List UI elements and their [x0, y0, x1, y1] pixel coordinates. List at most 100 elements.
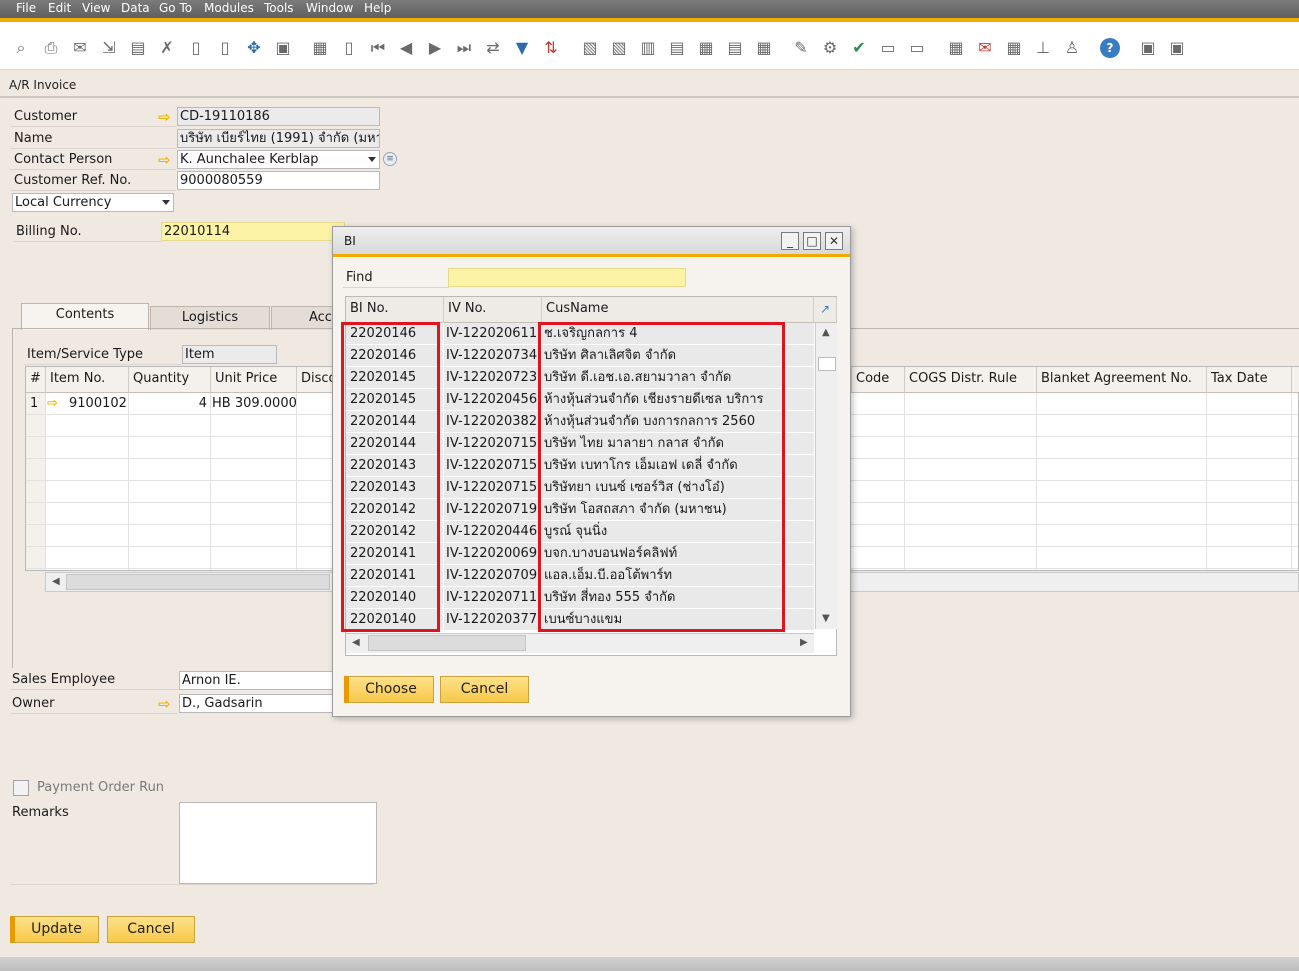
- scroll-up-icon[interactable]: ▲: [822, 327, 830, 338]
- col-header-blanket[interactable]: Blanket Agreement No.: [1037, 367, 1207, 393]
- refresh-icon[interactable]: ⇄: [483, 38, 503, 58]
- new-document-icon[interactable]: ▯: [339, 38, 359, 58]
- find-input[interactable]: [448, 268, 686, 287]
- menu-data[interactable]: Data: [121, 1, 150, 15]
- help-icon[interactable]: ?: [1100, 38, 1120, 58]
- report-icon[interactable]: ▦: [696, 38, 716, 58]
- base-document-icon[interactable]: ▧: [580, 38, 600, 58]
- col-header-quantity[interactable]: Quantity: [129, 367, 211, 393]
- col-header-num[interactable]: #: [26, 367, 46, 393]
- menu-tools[interactable]: Tools: [264, 1, 294, 15]
- customer-link-arrow-icon[interactable]: ⇨: [158, 110, 176, 125]
- col-header-tax-date[interactable]: Tax Date: [1207, 367, 1292, 393]
- previous-record-icon[interactable]: ◀: [396, 38, 416, 58]
- owner-link-arrow-icon[interactable]: ⇨: [158, 697, 176, 712]
- col-header-bi-no[interactable]: BI No.: [346, 297, 444, 323]
- cancel-button[interactable]: Cancel: [107, 916, 195, 943]
- dashboard-icon[interactable]: ▦: [1004, 38, 1024, 58]
- layout-icon[interactable]: ▥: [638, 38, 658, 58]
- first-record-icon[interactable]: ⏮: [368, 38, 388, 58]
- dialog-vertical-scrollbar[interactable]: ▲ ▼: [815, 323, 837, 629]
- filter-icon[interactable]: ▼: [512, 38, 532, 58]
- unit-price-cell[interactable]: HB 309.0000: [212, 393, 296, 415]
- print-icon[interactable]: ⎙: [41, 38, 61, 58]
- org-chart-icon[interactable]: ⊥: [1033, 38, 1053, 58]
- expand-columns-icon[interactable]: ↗: [814, 297, 837, 323]
- remarks-textarea[interactable]: [179, 802, 377, 884]
- lock-icon[interactable]: ▣: [273, 38, 293, 58]
- binoculars-icon[interactable]: ▦: [310, 38, 330, 58]
- col-header-code[interactable]: Code: [851, 367, 905, 393]
- scroll-right-icon[interactable]: ▶: [800, 637, 808, 648]
- print-preview-icon[interactable]: ⌕: [11, 38, 31, 58]
- col-header-more[interactable]: [1292, 367, 1299, 393]
- tab-logistics[interactable]: Logistics: [150, 306, 270, 330]
- email-icon[interactable]: ✉: [70, 38, 90, 58]
- window2-icon[interactable]: ▣: [1167, 38, 1187, 58]
- menu-modules[interactable]: Modules: [204, 1, 254, 15]
- close-icon[interactable]: ✕: [825, 232, 843, 250]
- user-icon[interactable]: ♙: [1062, 38, 1082, 58]
- col-header-cusname[interactable]: CusName: [542, 297, 814, 323]
- sort-icon[interactable]: ⇅: [541, 38, 561, 58]
- scroll-thumb[interactable]: [66, 574, 330, 590]
- pdf-icon[interactable]: ▯: [215, 38, 235, 58]
- name-field[interactable]: บริษัท เบียร์ไทย (1991) จำกัด (มหาชน): [177, 129, 380, 148]
- payment-order-checkbox[interactable]: [13, 780, 29, 796]
- horizontal-scroll-thumb[interactable]: [368, 635, 526, 651]
- paste-icon[interactable]: ▤: [667, 38, 687, 58]
- scroll-left-icon[interactable]: ◀: [52, 576, 60, 587]
- calculator-icon[interactable]: ▦: [754, 38, 774, 58]
- settings-icon[interactable]: ⚙: [820, 38, 840, 58]
- update-button[interactable]: Update: [10, 916, 99, 943]
- menu-view[interactable]: View: [82, 1, 110, 15]
- calendar-icon[interactable]: ▦: [946, 38, 966, 58]
- item-type-field[interactable]: Item: [182, 345, 277, 364]
- sales-employee-field[interactable]: Arnon IE.: [179, 671, 339, 690]
- export-icon[interactable]: ⇲: [99, 38, 119, 58]
- approve-icon[interactable]: ✔: [849, 38, 869, 58]
- menu-window[interactable]: Window: [306, 1, 353, 15]
- col-header-item-no[interactable]: Item No.: [46, 367, 129, 393]
- chat-icon[interactable]: ▭: [907, 38, 927, 58]
- word-icon[interactable]: ▯: [186, 38, 206, 58]
- menu-file[interactable]: File: [16, 1, 36, 15]
- dialog-cancel-button[interactable]: Cancel: [440, 676, 529, 703]
- query-icon[interactable]: ▤: [725, 38, 745, 58]
- scroll-down-icon[interactable]: ▼: [822, 613, 830, 624]
- item-no-cell[interactable]: 9100102: [69, 393, 129, 415]
- minimize-icon[interactable]: _: [781, 232, 799, 250]
- customer-ref-field[interactable]: 9000080559: [177, 171, 380, 190]
- col-header-discount[interactable]: Disco: [297, 367, 337, 393]
- choose-button[interactable]: Choose: [344, 676, 434, 703]
- col-header-unit-price[interactable]: Unit Price: [211, 367, 297, 393]
- scroll-left-icon[interactable]: ◀: [352, 637, 360, 648]
- last-record-icon[interactable]: ⏭: [454, 38, 474, 58]
- contact-dropdown[interactable]: K. Aunchalee Kerblap: [177, 150, 380, 169]
- next-record-icon[interactable]: ▶: [425, 38, 445, 58]
- currency-dropdown[interactable]: Local Currency: [12, 193, 174, 212]
- quantity-cell[interactable]: 4: [130, 393, 207, 415]
- col-header-iv-no[interactable]: IV No.: [444, 297, 542, 323]
- vertical-scroll-thumb[interactable]: [818, 357, 836, 371]
- alert-icon[interactable]: ✉: [975, 38, 995, 58]
- target-document-icon[interactable]: ▧: [609, 38, 629, 58]
- owner-field[interactable]: D., Gadsarin: [179, 694, 339, 713]
- message-icon[interactable]: ▭: [878, 38, 898, 58]
- move-icon[interactable]: ✥: [244, 38, 264, 58]
- dialog-titlebar[interactable]: BI _ □ ✕: [333, 227, 850, 254]
- fax-icon[interactable]: ▤: [128, 38, 148, 58]
- excel-icon[interactable]: ✗: [157, 38, 177, 58]
- item-link-arrow-icon[interactable]: ⇨: [47, 393, 58, 415]
- contact-info-icon[interactable]: ≡: [383, 152, 397, 166]
- menu-edit[interactable]: Edit: [48, 1, 71, 15]
- edit-icon[interactable]: ✎: [791, 38, 811, 58]
- contact-link-arrow-icon[interactable]: ⇨: [158, 153, 176, 168]
- window-icon[interactable]: ▣: [1138, 38, 1158, 58]
- col-header-cogs[interactable]: COGS Distr. Rule: [905, 367, 1037, 393]
- menu-help[interactable]: Help: [364, 1, 391, 15]
- dialog-horizontal-scrollbar[interactable]: ◀ ▶: [346, 633, 814, 653]
- maximize-icon[interactable]: □: [803, 232, 821, 250]
- customer-field[interactable]: CD-19110186: [177, 107, 380, 126]
- billing-no-field[interactable]: 22010114: [161, 222, 345, 241]
